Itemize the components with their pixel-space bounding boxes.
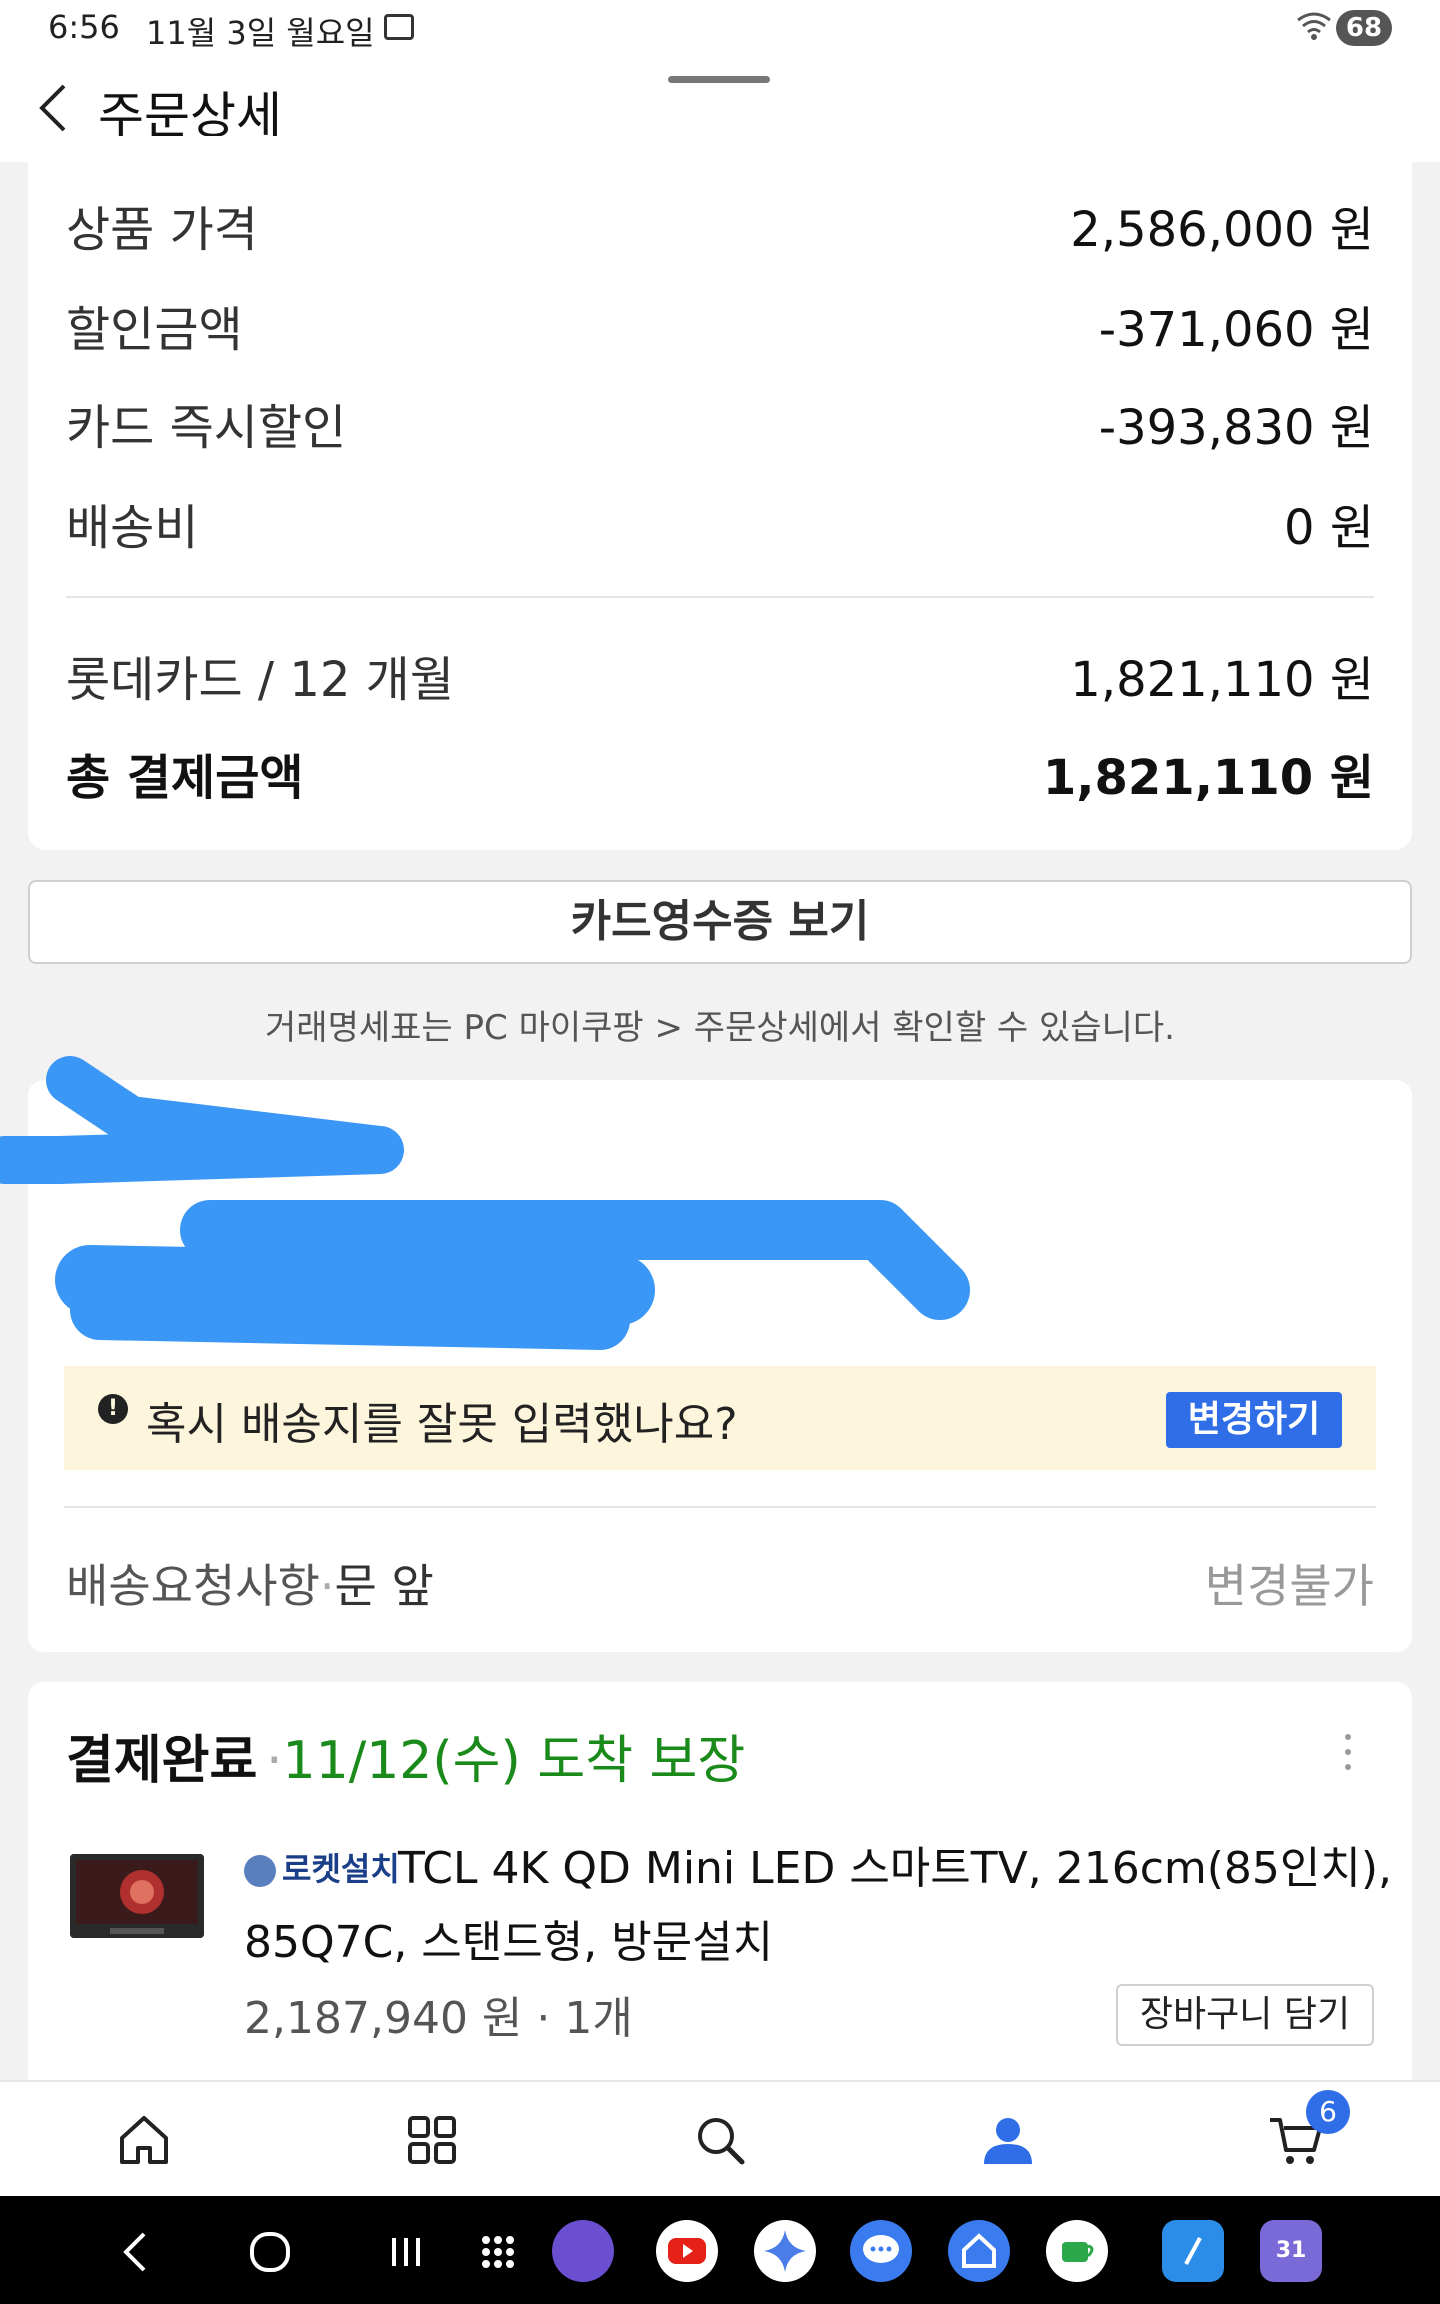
product-name-line1[interactable]: TCL 4K QD Mini LED 스마트TV, 216cm(85인치), [398,1832,1392,1896]
product-name-line2[interactable]: 85Q7C, 스탠드형, 방문설치 [244,1906,773,1970]
payment-summary-card: 상품 가격 2,586,000 원 할인금액 -371,060 원 카드 즉시할… [28,136,1412,850]
delivery-request-value: 문 앞 [334,1559,434,1613]
price-row: 상품 가격 2,586,000 원 [66,190,1374,270]
status-date: 11월 3일 월요일 [146,14,375,52]
add-to-cart-button[interactable]: 장바구니 담기 [1116,1984,1374,2046]
recent-apps-icon[interactable] [376,2222,436,2282]
coffee-app-icon[interactable] [1046,2220,1108,2282]
youtube-app-icon[interactable] [656,2220,718,2282]
search-icon[interactable] [690,2110,750,2170]
arrival-date: 11/12(수) 도착 보장 [282,1731,746,1791]
price-label: 상품 가격 [66,202,258,258]
system-back-icon[interactable] [106,2222,166,2282]
home-icon[interactable] [114,2110,174,2170]
screenshot-icon [384,14,414,40]
arrival-guarantee: ·11/12(수) 도착 보장 [266,1718,745,1793]
address-warning: ! 혹시 배송지를 잘못 입력했나요? 변경하기 [64,1366,1376,1470]
order-status: 결제완료 [66,1731,258,1791]
separator-dot: · [266,1731,283,1791]
shipping-fee-label: 배송비 [66,500,199,556]
price-value: 2,586,000 원 [1070,202,1374,258]
app-drawer-icon[interactable] [468,2222,528,2282]
gemini-app-icon[interactable] [754,2220,816,2282]
system-nav-bar: 31 [0,2196,1440,2304]
status-time: 6:56 [48,8,120,46]
rocket-icon [244,1855,276,1887]
total-row: 총 결제금액 1,821,110 원 [66,738,1374,818]
discount-label: 할인금액 [66,302,243,358]
more-options-icon[interactable] [1344,1732,1352,1772]
delivery-request-label: 배송요청사항 [66,1559,320,1613]
redaction-scribble [0,1056,970,1350]
shipping-fee-value: 0 원 [1284,500,1374,556]
card-payment-label: 롯데카드 / 12 개월 [66,652,454,708]
smartthings-app-icon[interactable] [948,2220,1010,2282]
product-thumbnail[interactable] [70,1854,204,1938]
change-address-button[interactable]: 변경하기 [1166,1392,1342,1448]
category-grid-icon[interactable] [402,2110,462,2170]
request-status: 변경불가 [1204,1559,1374,1613]
bottom-nav [0,2080,1440,2196]
separator-dot: · [319,1559,335,1613]
card-discount-value: -393,830 원 [1098,400,1374,456]
browser-app-icon[interactable] [552,2220,614,2282]
total-label: 총 결제금액 [66,750,304,806]
shipping-fee-row: 배송비 0 원 [66,488,1374,568]
calendar-app-icon[interactable]: 31 [1260,2220,1322,2282]
divider [64,1506,1376,1508]
card-discount-label: 카드 즉시할인 [66,400,347,456]
calendar-day: 31 [1275,2238,1307,2263]
alert-icon: ! [98,1394,128,1424]
total-value: 1,821,110 원 [1042,750,1374,806]
warning-text: 혹시 배송지를 잘못 입력했나요? [146,1399,738,1450]
messages-app-icon[interactable] [850,2220,912,2282]
badge-label: 로켓설치 [282,1850,400,1888]
system-home-icon[interactable] [240,2222,300,2282]
divider [66,596,1374,598]
card-receipt-button[interactable]: 카드영수증 보기 [28,880,1412,964]
my-coupang-icon[interactable] [978,2110,1038,2170]
card-discount-row: 카드 즉시할인 -393,830 원 [66,388,1374,468]
discount-row: 할인금액 -371,060 원 [66,290,1374,370]
battery-indicator: 68 [1336,10,1392,46]
back-arrow-icon[interactable] [30,78,80,138]
cart-count-badge: 6 [1306,2090,1350,2134]
rocket-install-badge: 로켓설치 [244,1844,400,1890]
drag-handle[interactable] [668,76,770,83]
product-price: 2,187,940 원 · 1개 [244,1993,633,2044]
status-bar: 6:56 11월 3일 월요일 68 [0,0,1440,56]
discount-value: -371,060 원 [1098,302,1374,358]
notes-app-icon[interactable] [1162,2220,1224,2282]
card-payment-row: 롯데카드 / 12 개월 1,821,110 원 [66,640,1374,720]
card-payment-value: 1,821,110 원 [1070,652,1374,708]
order-item-card: 결제완료 ·11/12(수) 도착 보장 로켓설치 TCL 4K QD Mini… [28,1682,1412,2082]
receipt-note: 거래명세표는 PC 마이쿠팡 > 주문상세에서 확인할 수 있습니다. [265,1008,1175,1048]
delivery-request: 배송요청사항·문 앞 [66,1550,434,1616]
wifi-icon [1297,12,1331,40]
